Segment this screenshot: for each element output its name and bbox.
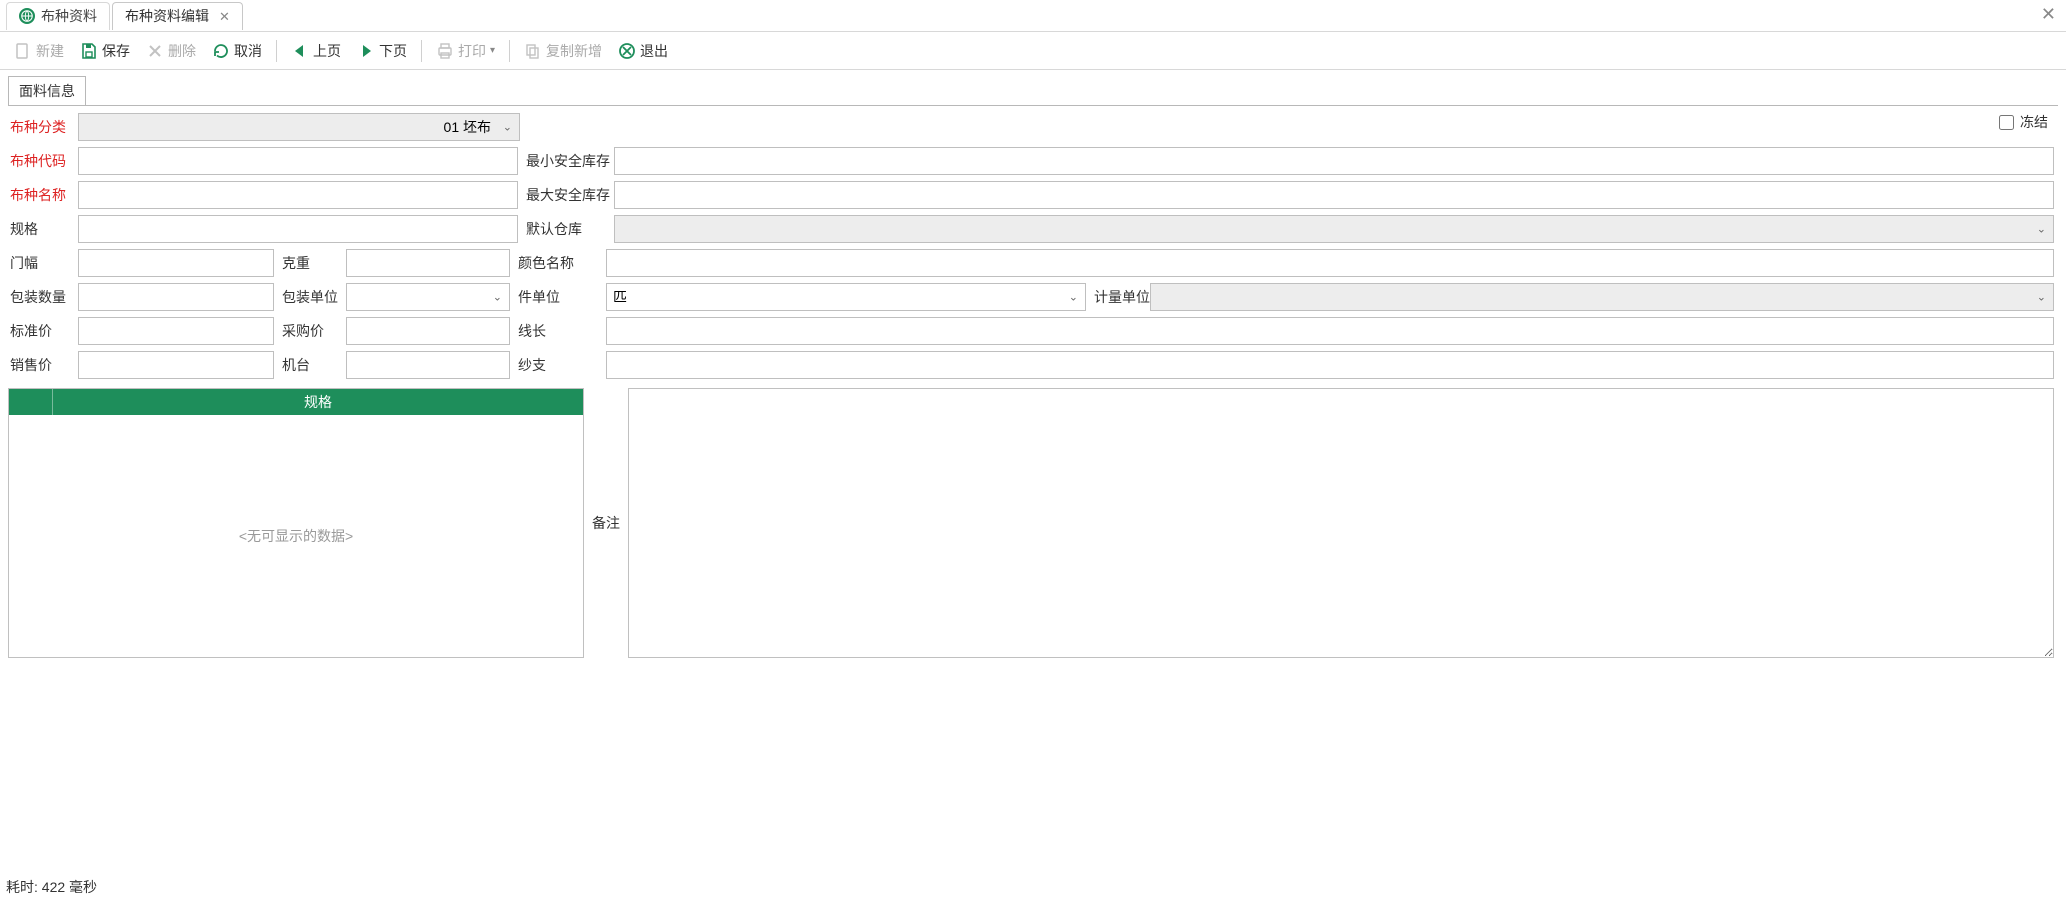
separator bbox=[276, 40, 277, 62]
label-max-stock: 最大安全库存 bbox=[518, 185, 614, 205]
spec-table: 规格 <无可显示的数据> bbox=[8, 388, 584, 658]
file-icon bbox=[14, 42, 32, 60]
freeze-input[interactable] bbox=[1999, 115, 2014, 130]
spec-field[interactable] bbox=[78, 215, 518, 243]
label-remark: 备注 bbox=[584, 388, 628, 658]
document-tabs: 布种资料 布种资料编辑 ✕ ✕ bbox=[0, 0, 2066, 32]
piece-unit-select[interactable] bbox=[606, 283, 1086, 311]
label-pack-unit: 包装单位 bbox=[274, 287, 346, 307]
tab-label: 布种资料 bbox=[41, 6, 97, 26]
form-area: 冻结 布种分类 ⌄ 布种代码 最小安全库存 布种名称 最大安全库存 规格 bbox=[8, 105, 2058, 658]
next-button[interactable]: 下页 bbox=[351, 36, 413, 66]
freeze-checkbox[interactable]: 冻结 bbox=[1999, 112, 2048, 132]
code-field[interactable] bbox=[78, 147, 518, 175]
label-machine: 机台 bbox=[274, 355, 346, 375]
chevron-down-icon: ▾ bbox=[490, 45, 495, 56]
max-stock-field[interactable] bbox=[614, 181, 2054, 209]
tab-fabric-info[interactable]: 面料信息 bbox=[8, 76, 86, 105]
print-button[interactable]: 打印 ▾ bbox=[430, 36, 501, 66]
label-yarn: 纱支 bbox=[510, 355, 606, 375]
label-piece-unit: 件单位 bbox=[510, 287, 606, 307]
exit-icon bbox=[618, 42, 636, 60]
pack-qty-field[interactable] bbox=[78, 283, 274, 311]
refresh-icon bbox=[212, 42, 230, 60]
label-code: 布种代码 bbox=[8, 151, 78, 171]
label-sale-price: 销售价 bbox=[8, 355, 78, 375]
save-icon bbox=[80, 42, 98, 60]
close-all-icon[interactable]: ✕ bbox=[2041, 4, 2056, 25]
spec-table-body: <无可显示的数据> bbox=[9, 415, 583, 657]
default-warehouse-select[interactable] bbox=[614, 215, 2054, 243]
toolbar: 新建 保存 删除 取消 上页 下页 打印 ▾ 复制新增 退出 bbox=[0, 32, 2066, 70]
yarn-field[interactable] bbox=[606, 351, 2054, 379]
globe-icon bbox=[19, 8, 35, 24]
exit-button[interactable]: 退出 bbox=[612, 36, 674, 66]
min-stock-field[interactable] bbox=[614, 147, 2054, 175]
label-pack-qty: 包装数量 bbox=[8, 287, 78, 307]
label-min-stock: 最小安全库存 bbox=[518, 151, 614, 171]
copy-icon bbox=[524, 42, 542, 60]
copy-new-button[interactable]: 复制新增 bbox=[518, 36, 608, 66]
separator bbox=[421, 40, 422, 62]
new-button[interactable]: 新建 bbox=[8, 36, 70, 66]
status-bar: 耗时: 422 毫秒 bbox=[6, 877, 97, 897]
delete-button[interactable]: 删除 bbox=[140, 36, 202, 66]
label-category: 布种分类 bbox=[8, 117, 78, 137]
label-buy-price: 采购价 bbox=[274, 321, 346, 341]
tab-label: 布种资料编辑 bbox=[125, 6, 209, 26]
std-price-field[interactable] bbox=[78, 317, 274, 345]
row-selector-header[interactable] bbox=[9, 389, 53, 415]
prev-icon bbox=[291, 42, 309, 60]
label-color: 颜色名称 bbox=[510, 253, 606, 273]
label-def-wh: 默认仓库 bbox=[518, 219, 614, 239]
delete-icon bbox=[146, 42, 164, 60]
label-width: 门幅 bbox=[8, 253, 78, 273]
weight-field[interactable] bbox=[346, 249, 510, 277]
prev-button[interactable]: 上页 bbox=[285, 36, 347, 66]
category-select[interactable] bbox=[78, 113, 520, 141]
inner-tabs: 面料信息 bbox=[8, 76, 2058, 105]
empty-message: <无可显示的数据> bbox=[239, 526, 353, 546]
label-name: 布种名称 bbox=[8, 185, 78, 205]
buy-price-field[interactable] bbox=[346, 317, 510, 345]
machine-field[interactable] bbox=[346, 351, 510, 379]
close-icon[interactable]: ✕ bbox=[219, 10, 230, 23]
separator bbox=[509, 40, 510, 62]
width-field[interactable] bbox=[78, 249, 274, 277]
label-weight: 克重 bbox=[274, 253, 346, 273]
label-spec: 规格 bbox=[8, 219, 78, 239]
tab-fabric-data[interactable]: 布种资料 bbox=[6, 2, 110, 30]
thread-len-field[interactable] bbox=[606, 317, 2054, 345]
label-std-price: 标准价 bbox=[8, 321, 78, 341]
print-icon bbox=[436, 42, 454, 60]
next-icon bbox=[357, 42, 375, 60]
measure-unit-select[interactable] bbox=[1150, 283, 2054, 311]
label-measure-unit: 计量单位 bbox=[1086, 287, 1150, 307]
column-header-spec[interactable]: 规格 bbox=[53, 389, 583, 415]
name-field[interactable] bbox=[78, 181, 518, 209]
label-thread-len: 线长 bbox=[510, 321, 606, 341]
sale-price-field[interactable] bbox=[78, 351, 274, 379]
remark-field[interactable] bbox=[628, 388, 2054, 658]
save-button[interactable]: 保存 bbox=[74, 36, 136, 66]
color-field[interactable] bbox=[606, 249, 2054, 277]
cancel-button[interactable]: 取消 bbox=[206, 36, 268, 66]
spec-table-header: 规格 bbox=[9, 389, 583, 415]
pack-unit-select[interactable] bbox=[346, 283, 510, 311]
tab-fabric-edit[interactable]: 布种资料编辑 ✕ bbox=[112, 2, 243, 30]
